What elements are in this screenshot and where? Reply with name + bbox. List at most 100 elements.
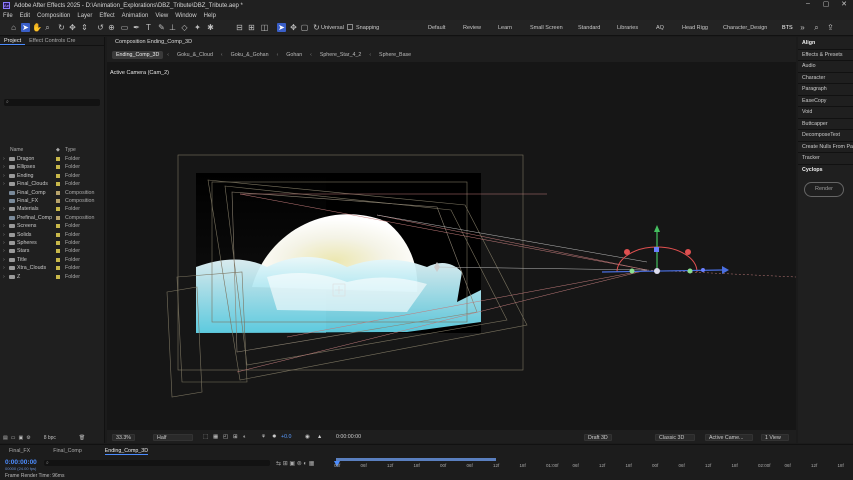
color-channel-icon[interactable]: ◐ [243,434,246,441]
project-item-materials[interactable]: › Materials Folder [0,205,105,213]
label-column-icon[interactable]: ◆ [56,147,60,153]
label-color-swatch[interactable] [56,215,60,220]
selection-tool-icon[interactable]: ➤ [21,23,30,32]
label-color-swatch[interactable] [56,232,60,237]
expand-chevron-icon[interactable]: › [3,273,5,281]
label-color-swatch[interactable] [56,157,60,161]
draft-3d-toggle[interactable]: Draft 3D [584,434,612,441]
bit-depth-label[interactable]: 8 bpc [44,435,56,441]
expand-chevron-icon[interactable]: › [3,163,5,171]
camera-track-icon[interactable]: ⊞ [247,23,256,32]
project-item-xtra-clouds[interactable]: › Xtra_Clouds Folder [0,264,105,272]
menu-view[interactable]: View [155,13,168,19]
minimize-icon[interactable]: – [799,0,817,8]
tab-effect-controls[interactable]: Effect Controls Cre [25,38,79,44]
project-item-screens[interactable]: › Screens Folder [0,222,105,230]
project-item-ellipses[interactable]: › Ellipses Folder [0,163,105,171]
panel-easecopy[interactable]: EaseCopy [802,98,826,104]
column-name[interactable]: Name [10,147,23,153]
expand-chevron-icon[interactable]: › [3,231,5,239]
label-color-swatch[interactable] [56,241,60,245]
move-mode-icon[interactable]: ✥ [289,23,298,32]
menu-effect[interactable]: Effect [99,13,114,19]
panel-create-nulls[interactable]: Create Nulls From Pa [802,144,853,150]
menu-layer[interactable]: Layer [77,13,92,19]
panel-cyclops[interactable]: Cyclops [802,167,823,173]
column-type[interactable]: Type [65,147,76,153]
interpret-footage-icon[interactable]: ▤ [3,435,8,441]
panel-paragraph[interactable]: Paragraph [802,86,827,92]
menu-help[interactable]: Help [204,13,216,19]
time-ruler[interactable]: 00f 06f 12f 18f 00f 06f 12f 18f 01:00f 06f 12f 18f 0… [334,458,844,478]
label-color-swatch[interactable] [56,266,60,271]
rotate-mode-icon[interactable]: ↻ [312,23,321,32]
panel-audio[interactable]: Audio [802,63,816,69]
expand-chevron-icon[interactable]: › [3,222,5,230]
mask-tool-icon[interactable]: ▭ [120,23,129,32]
crumb-goku-cloud[interactable]: Goku_&_Cloud [173,51,217,59]
timeline-current-time[interactable]: 0:00:00:00 [5,459,37,466]
puppet-tool-icon[interactable]: ✱ [206,23,215,32]
panel-align[interactable]: Align [802,40,815,46]
project-item-spheres[interactable]: › Spheres Folder [0,239,105,247]
tab-project[interactable]: Project [0,38,26,45]
composition-viewer[interactable]: Active Camera (Cam_2) [107,62,796,430]
eraser-tool-icon[interactable]: ◇ [180,23,189,32]
grid-guides-icon[interactable]: ⊞ [233,434,237,441]
label-color-swatch[interactable] [56,173,60,178]
project-item-stars[interactable]: › Stars Folder [0,247,105,255]
label-color-swatch[interactable] [56,207,60,212]
panel-buttcapper[interactable]: Buttcapper [802,121,828,127]
expand-chevron-icon[interactable]: › [3,172,5,180]
panel-decompose-text[interactable]: DecomposeText [802,132,840,138]
expand-chevron-icon[interactable]: › [3,239,5,247]
crumb-gohan[interactable]: Gohan [282,51,306,59]
camera-view-dropdown[interactable]: Active Came... [705,434,753,441]
anchor-tool-icon[interactable]: ⊕ [107,23,116,32]
axis-mode-icon[interactable]: ◫ [260,23,269,32]
project-item-title[interactable]: › Title Folder [0,256,105,264]
expand-chevron-icon[interactable]: › [3,205,5,213]
timeline-search-input[interactable]: ⌕ [44,460,270,466]
search-help-icon[interactable]: ⌕ [812,23,821,32]
label-color-swatch[interactable] [56,190,60,195]
crumb-ending-comp-3d[interactable]: Ending_Comp_3D [112,51,164,59]
roto-brush-tool-icon[interactable]: ✦ [193,23,202,32]
menu-window[interactable]: Window [175,13,196,19]
zoom-dropdown[interactable]: 33.3% [112,434,136,441]
crumb-sphere-base[interactable]: Sphere_Base [375,51,415,59]
renderer-dropdown[interactable]: Classic 3D [655,434,695,441]
selection-mode-icon[interactable]: ➤ [277,23,286,32]
workspace-head-rigg[interactable]: Head Rigg [682,25,708,31]
project-item-prefinal-comp[interactable]: Prefinal_Comp Composition [0,214,105,222]
project-search-input[interactable]: ⌕ [4,99,100,106]
project-item-final-fx[interactable]: Final_FX Composition [0,197,105,205]
composition-tab-label[interactable]: Composition Ending_Comp_3D [115,39,192,45]
label-color-swatch[interactable] [56,199,60,203]
scale-mode-icon[interactable]: ▢ [300,23,309,32]
pan-tool-icon[interactable]: ✥ [68,23,77,32]
crumb-sphere-star[interactable]: Sphere_Star_4_2 [316,51,366,59]
label-color-swatch[interactable] [56,249,60,254]
color-management-icon[interactable]: ⚘ [261,434,266,441]
show-snapshot-icon[interactable]: ▲ [317,434,322,441]
expand-chevron-icon[interactable]: › [3,256,5,264]
panel-void[interactable]: Void [802,109,812,115]
close-icon[interactable]: ✕ [835,0,853,8]
expand-chevron-icon[interactable]: › [3,155,5,163]
reset-exposure-icon[interactable]: ✹ [272,434,276,441]
workspace-standard[interactable]: Standard [578,25,600,31]
workspace-character-design[interactable]: Character_Design [723,25,767,31]
label-color-swatch[interactable] [56,165,60,170]
label-color-swatch[interactable] [56,182,60,187]
hand-tool-icon[interactable]: ✋ [32,23,42,32]
workspace-libraries[interactable]: Libraries [617,25,638,31]
rotate-tool-icon[interactable]: ↺ [96,23,105,32]
crumb-goku-gohan[interactable]: Goku_&_Gohan [227,51,273,59]
workspace-aq[interactable]: AQ [656,25,664,31]
resolution-dropdown[interactable]: Half [153,434,193,441]
new-comp-icon[interactable]: ▣ [18,435,23,441]
clone-stamp-tool-icon[interactable]: ⊥ [168,23,177,32]
menu-file[interactable]: File [3,13,13,19]
project-item-ending[interactable]: › Ending Folder [0,172,105,180]
